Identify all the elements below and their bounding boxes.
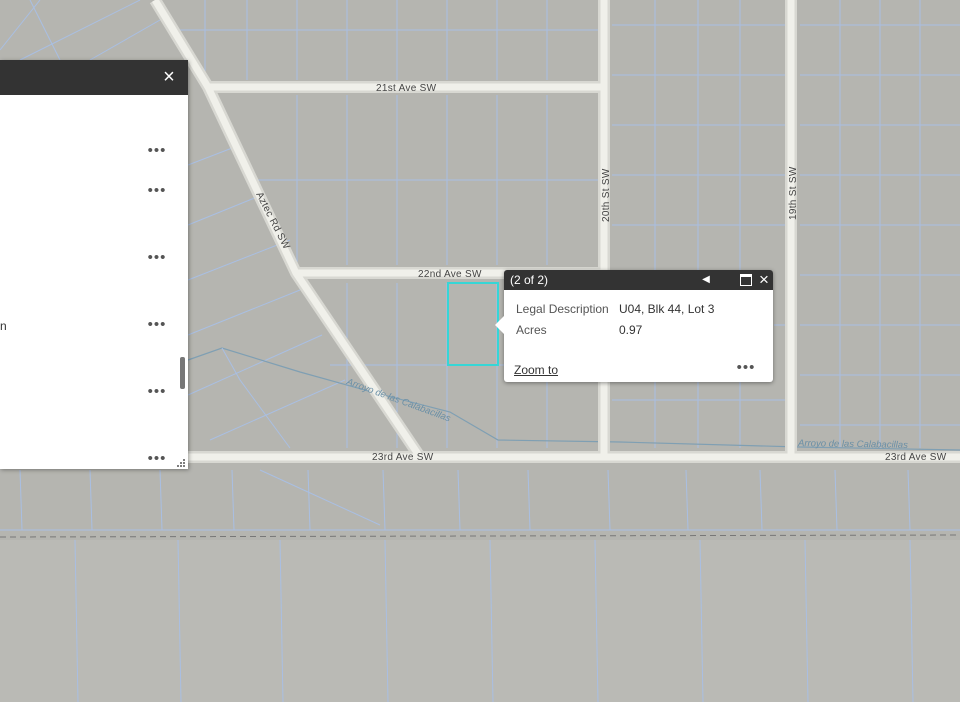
- attribute-label-legal-description: Legal Description: [516, 302, 609, 316]
- resize-handle-icon[interactable]: [177, 458, 186, 467]
- street-label-22nd: 22nd Ave SW: [418, 269, 482, 280]
- attribute-value-acres: 0.97: [619, 323, 643, 337]
- feature-popup: (2 of 2) ◀ × Legal Description U04, Blk …: [495, 270, 773, 382]
- row-menu-icon[interactable]: •••: [144, 317, 170, 334]
- side-panel: × ••• ••• ••• ••• ••• ••• n: [0, 60, 188, 469]
- row-menu-icon[interactable]: •••: [144, 250, 170, 267]
- panel-row-text: n: [0, 319, 7, 333]
- arroyo-label-right: Arroyo de las Calabacillas: [797, 438, 908, 451]
- close-icon[interactable]: ×: [158, 66, 180, 88]
- zoom-to-link[interactable]: Zoom to: [514, 363, 558, 377]
- popup-pointer: [495, 315, 505, 335]
- street-label-19th: 19th St SW: [788, 166, 799, 220]
- maximize-icon[interactable]: [740, 274, 752, 286]
- street-label-20th: 20th St SW: [601, 168, 612, 222]
- street-label-23rd-right: 23rd Ave SW: [885, 452, 947, 463]
- attribute-value-legal-description: U04, Blk 44, Lot 3: [619, 302, 715, 316]
- panel-scrollbar[interactable]: [180, 357, 185, 389]
- side-panel-header: ×: [0, 60, 188, 95]
- row-menu-icon[interactable]: •••: [144, 183, 170, 200]
- more-options-icon[interactable]: •••: [734, 360, 758, 376]
- attribute-label-acres: Acres: [516, 323, 547, 337]
- street-label-21st: 21st Ave SW: [376, 83, 437, 94]
- popup-header: (2 of 2) ◀ ×: [504, 270, 773, 290]
- row-menu-icon[interactable]: •••: [144, 384, 170, 401]
- row-menu-icon[interactable]: •••: [144, 143, 170, 160]
- popup-title: (2 of 2): [510, 273, 549, 287]
- street-label-23rd-left: 23rd Ave SW: [372, 452, 434, 463]
- previous-feature-icon[interactable]: ◀: [700, 272, 712, 288]
- row-menu-icon[interactable]: •••: [144, 451, 170, 468]
- close-icon[interactable]: ×: [757, 271, 771, 289]
